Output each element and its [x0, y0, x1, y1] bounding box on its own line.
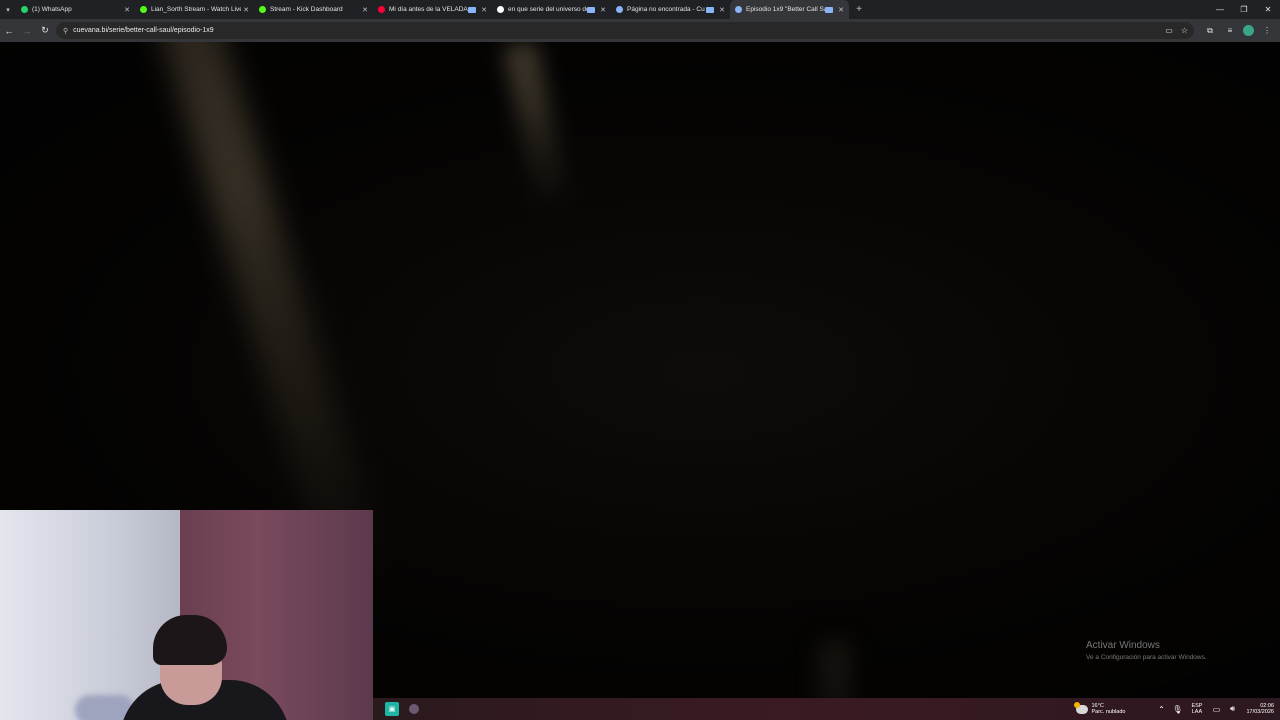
tab-close-icon[interactable]: ✕ — [717, 6, 727, 14]
browser-tab[interactable]: (1) WhatsApp ✕ — [16, 0, 135, 19]
tab-list: (1) WhatsApp ✕ Lian_Sorth Stream - Watch L… — [16, 0, 849, 19]
tab-title: (1) WhatsApp — [32, 6, 72, 13]
close-window-icon[interactable]: ✕ — [1256, 0, 1280, 19]
browser-tab[interactable]: Episodio 1x9 "Better Call Sa ✕ — [730, 0, 849, 19]
cast-icon[interactable]: ▭ — [1165, 26, 1173, 35]
google-icon — [497, 6, 504, 13]
browser-tab[interactable]: en que serie del universo de b ✕ — [492, 0, 611, 19]
tab-close-icon[interactable]: ✕ — [241, 6, 251, 14]
tab-title: en que serie del universo de b — [508, 6, 587, 13]
webcam-person-hair — [153, 615, 227, 665]
taskbar: ▣ 16°C Parc. nublado ⌃ 🎙︎ ESP LAA ▭ 🔊︎ 0… — [373, 698, 1280, 720]
clock[interactable]: 02:06 17/03/2026 — [1246, 703, 1274, 716]
tab-close-icon[interactable]: ✕ — [360, 6, 370, 14]
webcam-overlay — [0, 510, 373, 720]
browser-tab[interactable]: Página no encontrada - Cu ✕ — [611, 0, 730, 19]
tab-title: Stream - Kick Dashboard — [270, 6, 343, 13]
toolbar-right: ⧉ ≡ ⋮ — [1203, 19, 1280, 42]
activate-windows-subtitle: Ve a Configuración para activar Windows. — [1086, 654, 1207, 661]
browser-tab[interactable]: Lian_Sorth Stream - Watch Live ✕ — [135, 0, 254, 19]
tab-strip: ▾ (1) WhatsApp ✕ Lian_Sorth Stream - Watch… — [0, 0, 1280, 19]
profile-avatar[interactable] — [1243, 25, 1254, 36]
tab-close-icon[interactable]: ✕ — [836, 6, 846, 14]
new-tab-button[interactable]: + — [851, 4, 867, 15]
bookmark-star-icon[interactable]: ☆ — [1181, 26, 1188, 35]
clock-date: 17/03/2026 — [1246, 709, 1274, 715]
chevron-up-icon[interactable]: ⌃ — [1153, 705, 1169, 714]
weather-cloud-icon — [1073, 701, 1088, 714]
tab-title: Lian_Sorth Stream - Watch Live — [151, 6, 241, 13]
youtube-icon — [378, 6, 385, 13]
minimize-icon[interactable]: — — [1208, 0, 1232, 19]
tab-title: Mi día antes de la VELADA — [389, 6, 468, 13]
language-indicator[interactable]: ESP LAA — [1191, 703, 1202, 716]
browser-tab[interactable]: Stream - Kick Dashboard ✕ — [254, 0, 373, 19]
menu-icon[interactable]: ⋮ — [1260, 26, 1274, 35]
file-explorer-icon[interactable]: ▣ — [385, 702, 399, 716]
tab-close-icon[interactable]: ✕ — [479, 6, 489, 14]
tab-media-icon[interactable] — [587, 6, 595, 13]
restore-icon[interactable]: ❐ — [1232, 0, 1256, 19]
tab-media-icon[interactable] — [706, 6, 714, 13]
tab-title: Episodio 1x9 "Better Call Sa — [746, 6, 825, 13]
keyboard-layout: LAA — [1191, 709, 1203, 715]
activate-windows-watermark: Activar Windows Ve a Configuración para … — [1086, 640, 1207, 661]
app-icon[interactable] — [409, 704, 419, 714]
window-controls: — ❐ ✕ — [1208, 0, 1280, 19]
reload-icon[interactable]: ↻ — [36, 19, 54, 42]
volume-icon[interactable]: 🔊︎ — [1224, 704, 1240, 714]
media-control-icon[interactable]: ≡ — [1223, 26, 1237, 35]
browser-tab[interactable]: Mi día antes de la VELADA ✕ — [373, 0, 492, 19]
kick-icon — [140, 6, 147, 13]
browser-toolbar: ← → ↻ ⚲ cuevana.bi/serie/better-call-sau… — [0, 19, 1280, 42]
tab-title: Página no encontrada - Cu — [627, 6, 705, 13]
url-text: cuevana.bi/serie/better-call-saul/episod… — [73, 27, 214, 34]
tab-close-icon[interactable]: ✕ — [122, 6, 132, 14]
site-info-icon[interactable]: ⚲ — [63, 27, 68, 35]
weather-widget[interactable]: 16°C Parc. nublado — [1073, 701, 1126, 716]
weather-desc: Parc. nublado — [1091, 709, 1126, 715]
globe-icon — [735, 6, 742, 13]
globe-icon — [616, 6, 623, 13]
tab-media-icon[interactable] — [468, 6, 476, 13]
tab-media-icon[interactable] — [825, 6, 833, 13]
whatsapp-icon — [21, 6, 28, 13]
back-icon[interactable]: ← — [0, 19, 18, 42]
kick-icon — [259, 6, 266, 13]
forward-icon[interactable]: → — [18, 19, 36, 42]
microphone-icon[interactable]: 🎙︎ — [1169, 705, 1185, 714]
activate-windows-title: Activar Windows — [1086, 640, 1160, 651]
system-tray: 16°C Parc. nublado ⌃ 🎙︎ ESP LAA ▭ 🔊︎ 02:… — [1073, 698, 1280, 720]
tab-close-icon[interactable]: ✕ — [598, 6, 608, 14]
tab-search-icon[interactable]: ▾ — [0, 0, 16, 19]
network-icon[interactable]: ▭ — [1208, 705, 1224, 714]
extensions-icon[interactable]: ⧉ — [1203, 26, 1217, 36]
address-bar[interactable]: ⚲ cuevana.bi/serie/better-call-saul/epis… — [56, 22, 1194, 39]
